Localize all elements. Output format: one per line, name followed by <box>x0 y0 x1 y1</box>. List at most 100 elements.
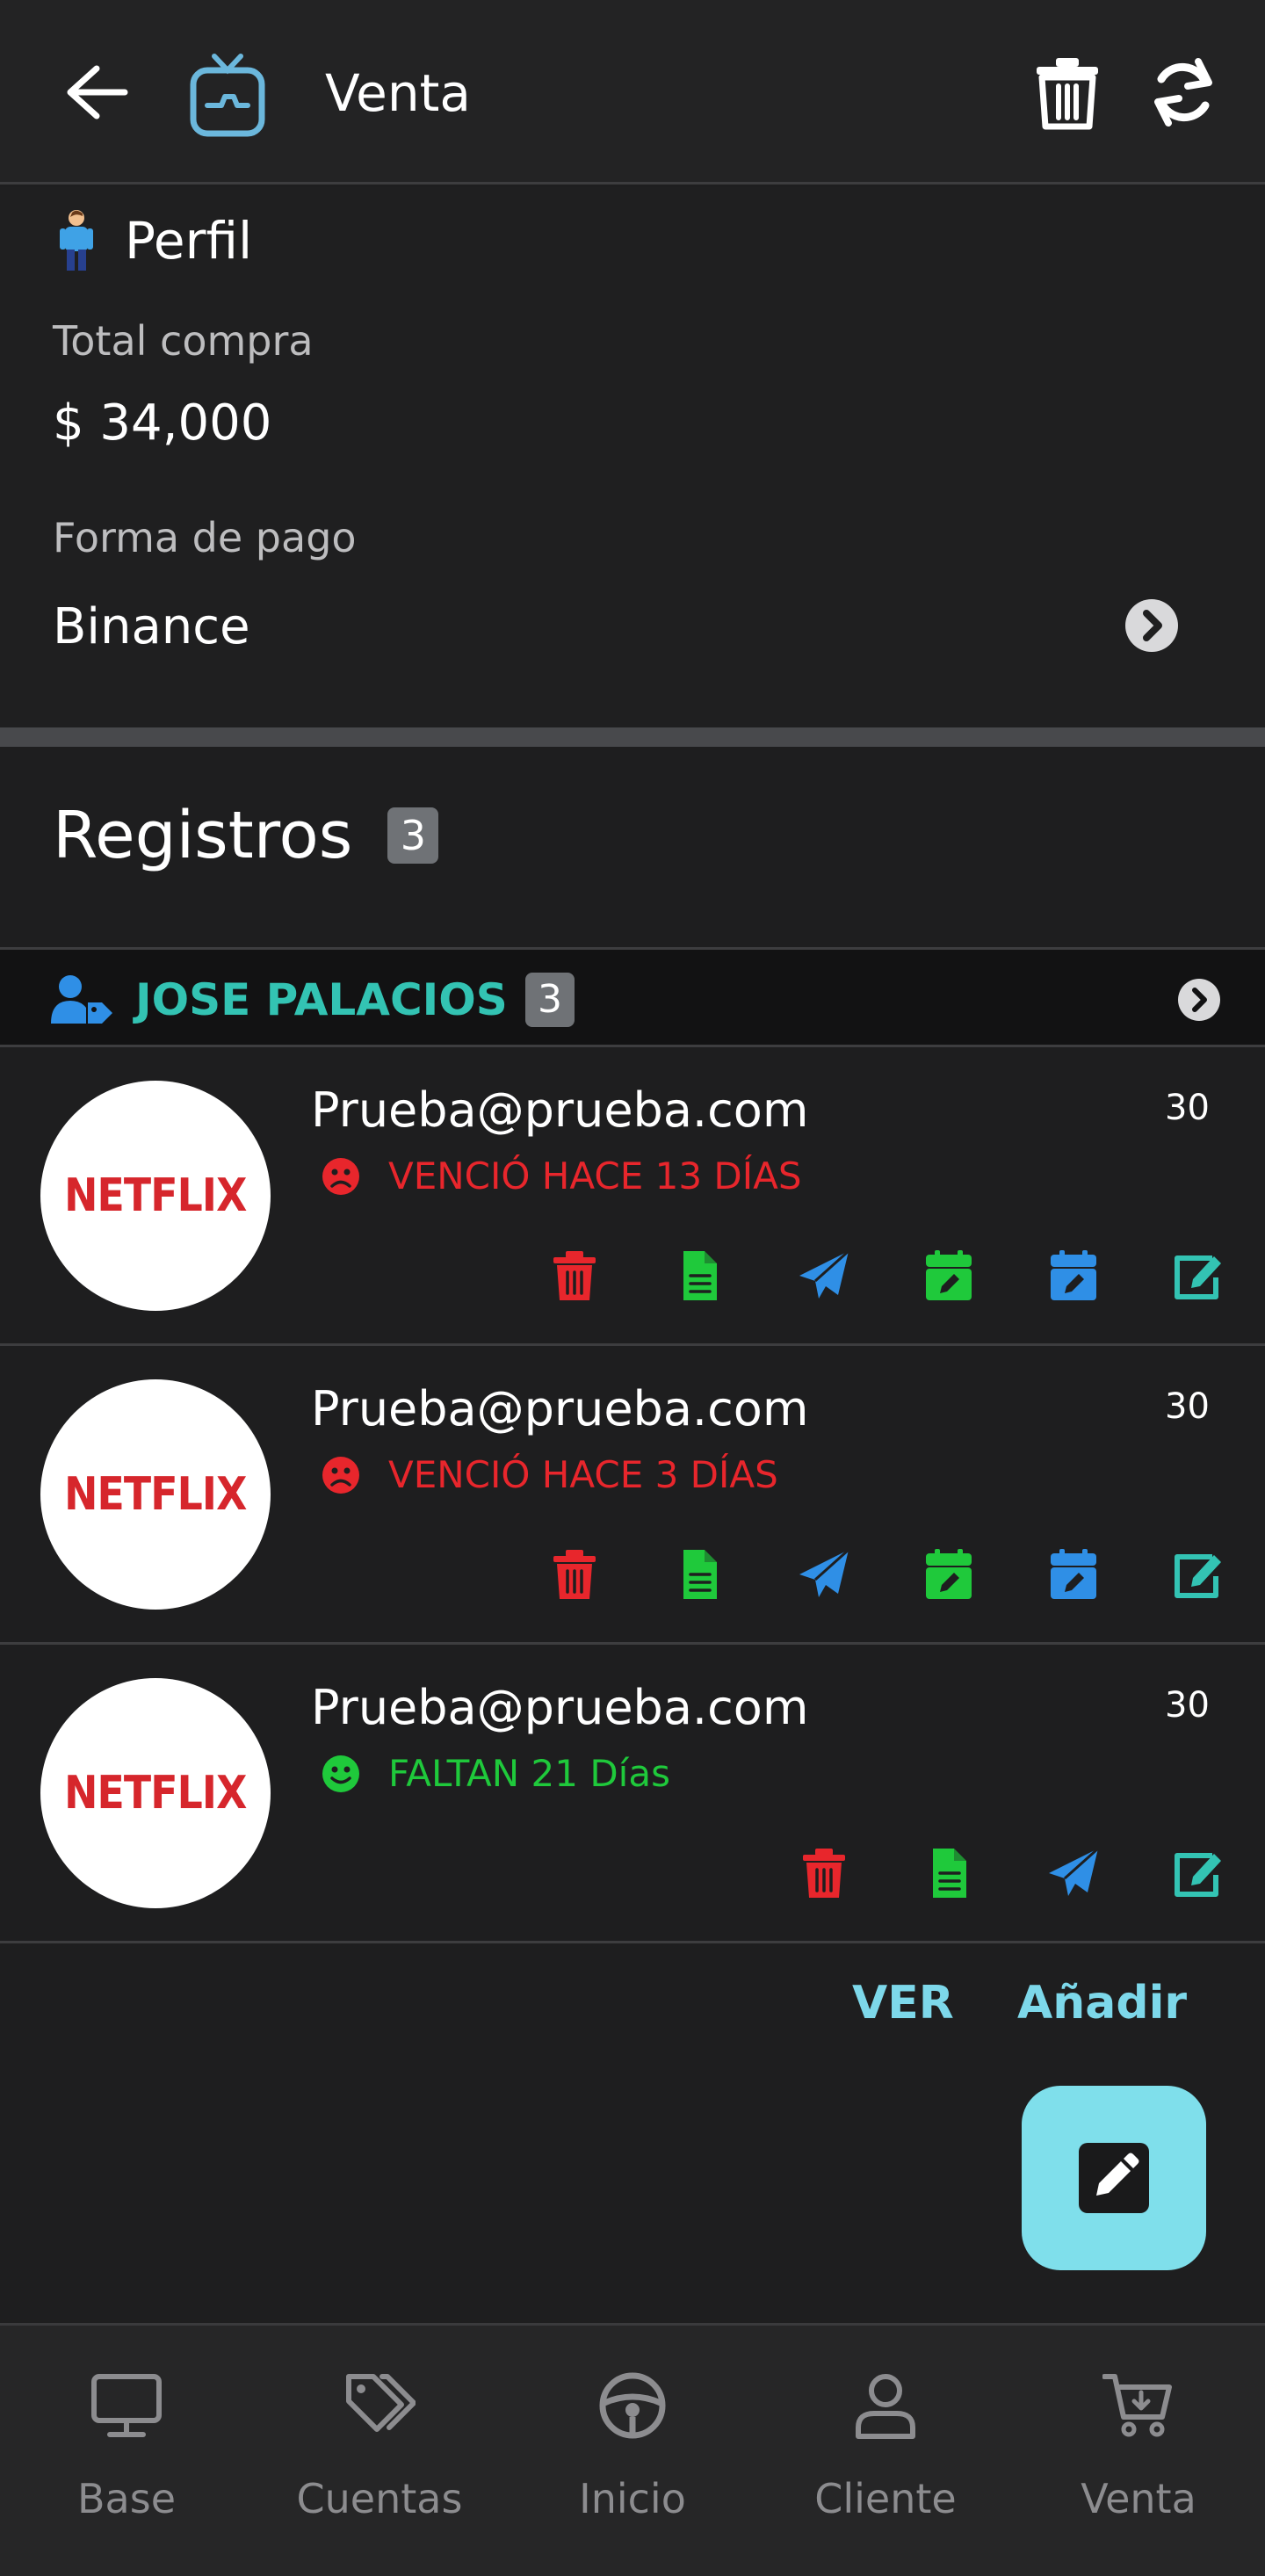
arrow-left-icon[interactable] <box>61 62 132 123</box>
record-email: Prueba@prueba.com <box>311 1381 809 1436</box>
send-button[interactable] <box>1045 1845 1102 1901</box>
nav-label: Cuentas <box>296 2475 463 2522</box>
calendar-edit-icon <box>922 1249 975 1302</box>
client-count-badge: 3 <box>525 973 575 1027</box>
total-value: $ 34,000 <box>53 394 272 452</box>
record-days: 30 <box>1165 1386 1210 1427</box>
details-button[interactable] <box>671 1248 727 1304</box>
edit-fab[interactable] <box>1022 2086 1206 2270</box>
total-label: Total compra <box>53 317 314 365</box>
payment-value[interactable]: Binance <box>53 598 250 655</box>
send-icon <box>1047 1847 1100 1899</box>
nav-label: Venta <box>1081 2475 1196 2522</box>
nav-label: Inicio <box>579 2475 686 2522</box>
netflix-logo: NETFLIX <box>40 1379 271 1610</box>
edit-date-button[interactable] <box>921 1248 977 1304</box>
cart-icon <box>1102 2374 1172 2437</box>
user-tag-icon <box>51 975 112 1024</box>
payment-label: Forma de pago <box>53 514 357 561</box>
calendar-edit-icon <box>1047 1548 1100 1601</box>
send-button[interactable] <box>796 1248 852 1304</box>
edit-button[interactable] <box>1170 1845 1226 1901</box>
bottom-nav: Base Cuentas Inicio Cliente Venta <box>0 2323 1265 2576</box>
section-divider <box>0 727 1265 747</box>
record-days: 30 <box>1165 1685 1210 1726</box>
monitor-icon <box>91 2374 162 2437</box>
nav-item-cliente[interactable]: Cliente <box>759 2326 1012 2576</box>
sale-summary: Perfil Total compra $ 34,000 Forma de pa… <box>0 187 1265 736</box>
record-status: VENCIÓ HACE 13 DÍAS <box>322 1154 802 1198</box>
details-button[interactable] <box>921 1845 977 1901</box>
record-status: FALTAN 21 Días <box>322 1752 670 1795</box>
logo-text: NETFLIX <box>64 1767 247 1820</box>
record-row[interactable]: NETFLIX Prueba@prueba.com 30 VENCIÓ HACE… <box>0 1047 1265 1346</box>
nav-item-base[interactable]: Base <box>0 2326 253 2576</box>
profile-label: Perfil <box>125 211 253 271</box>
nav-item-inicio[interactable]: Inicio <box>506 2326 759 2576</box>
records-footer: VER Añadir <box>0 1977 1265 2047</box>
edit-expiry-button[interactable] <box>1045 1248 1102 1304</box>
pencil-square-icon <box>1079 2143 1149 2213</box>
records-header: Registros 3 <box>53 798 439 873</box>
edit-date-button[interactable] <box>921 1546 977 1603</box>
tv-icon <box>190 54 265 137</box>
nav-label: Base <box>76 2475 176 2522</box>
delete-button[interactable] <box>546 1248 603 1304</box>
edit-button[interactable] <box>1170 1546 1226 1603</box>
send-button[interactable] <box>796 1546 852 1603</box>
record-email: Prueba@prueba.com <box>311 1680 809 1735</box>
client-name: JOSE PALACIOS <box>135 974 508 1025</box>
record-actions <box>478 1248 1226 1304</box>
send-icon <box>798 1249 850 1302</box>
delete-button[interactable] <box>796 1845 852 1901</box>
netflix-logo: NETFLIX <box>40 1081 271 1311</box>
nav-item-venta[interactable]: Venta <box>1012 2326 1265 2576</box>
record-status-text: FALTAN 21 Días <box>388 1752 670 1795</box>
trash-icon <box>798 1847 850 1899</box>
page-title: Venta <box>325 63 471 123</box>
frown-icon <box>322 1456 360 1494</box>
record-status: VENCIÓ HACE 3 DÍAS <box>322 1453 778 1496</box>
chevron-right-circle-icon[interactable] <box>1177 978 1221 1022</box>
edit-icon <box>1172 1548 1225 1601</box>
calendar-edit-icon <box>1047 1249 1100 1302</box>
file-icon <box>673 1548 726 1601</box>
app-bar: Venta <box>0 0 1265 185</box>
calendar-edit-icon <box>922 1548 975 1601</box>
tags-icon <box>346 2374 416 2432</box>
client-group-header[interactable]: JOSE PALACIOS 3 <box>0 947 1265 1047</box>
sync-icon[interactable] <box>1147 56 1219 128</box>
user-icon <box>856 2374 915 2439</box>
details-button[interactable] <box>671 1546 727 1603</box>
trash-icon <box>548 1548 601 1601</box>
add-button[interactable]: Añadir <box>1017 1977 1187 2030</box>
netflix-logo: NETFLIX <box>40 1678 271 1908</box>
record-actions <box>478 1546 1226 1603</box>
edit-icon <box>1172 1249 1225 1302</box>
frown-icon <box>322 1157 360 1196</box>
records-title: Registros <box>53 798 353 873</box>
edit-button[interactable] <box>1170 1248 1226 1304</box>
edit-icon <box>1172 1847 1225 1899</box>
trash-icon[interactable] <box>1033 56 1102 130</box>
record-status-text: VENCIÓ HACE 3 DÍAS <box>388 1453 778 1496</box>
record-row[interactable]: NETFLIX Prueba@prueba.com 30 VENCIÓ HACE… <box>0 1346 1265 1645</box>
chevron-right-circle-icon[interactable] <box>1124 598 1179 653</box>
record-row[interactable]: NETFLIX Prueba@prueba.com 30 FALTAN 21 D… <box>0 1645 1265 1943</box>
edit-expiry-button[interactable] <box>1045 1546 1102 1603</box>
delete-button[interactable] <box>546 1546 603 1603</box>
nav-label: Cliente <box>814 2475 957 2522</box>
profile-row: Perfil <box>53 201 252 280</box>
steering-wheel-icon <box>599 2372 666 2439</box>
logo-text: NETFLIX <box>64 1169 247 1222</box>
record-actions <box>727 1845 1226 1901</box>
trash-icon <box>548 1249 601 1302</box>
records-count-badge: 3 <box>387 807 439 864</box>
record-days: 30 <box>1165 1088 1210 1128</box>
send-icon <box>798 1548 850 1601</box>
nav-item-cuentas[interactable]: Cuentas <box>253 2326 506 2576</box>
file-icon <box>922 1847 975 1899</box>
logo-text: NETFLIX <box>64 1468 247 1521</box>
ver-button[interactable]: VER <box>852 1977 954 2030</box>
file-icon <box>673 1249 726 1302</box>
